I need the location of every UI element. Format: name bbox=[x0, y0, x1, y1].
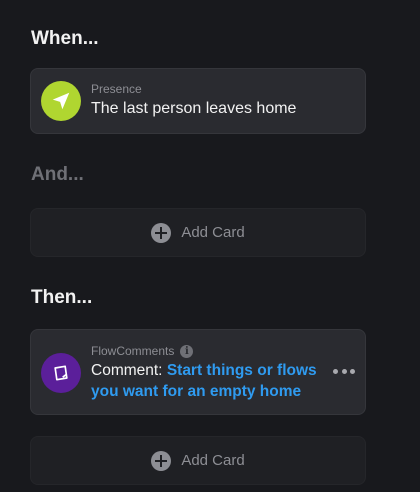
section-heading-and: And... bbox=[31, 164, 84, 185]
section-heading-then: Then... bbox=[31, 287, 93, 308]
add-card-button-and[interactable]: Add Card bbox=[30, 208, 366, 257]
add-card-label: Add Card bbox=[181, 224, 245, 241]
card-source-label: Presence bbox=[91, 82, 142, 96]
more-options-icon[interactable] bbox=[333, 362, 355, 380]
action-card[interactable]: FlowComments i Comment: Start things or … bbox=[30, 329, 366, 415]
comment-prefix: Comment: bbox=[91, 362, 163, 379]
card-source-label: FlowComments i bbox=[91, 344, 194, 358]
card-title: The last person leaves home bbox=[91, 100, 297, 117]
card-source-text: FlowComments bbox=[91, 344, 175, 358]
navigation-arrow-icon bbox=[41, 81, 81, 121]
comment-block: Comment: Start things or flows you want … bbox=[91, 360, 323, 402]
plus-circle-icon bbox=[151, 222, 172, 243]
info-icon[interactable]: i bbox=[180, 344, 194, 358]
add-card-label: Add Card bbox=[181, 452, 245, 469]
add-card-button-then[interactable]: Add Card bbox=[30, 436, 366, 485]
note-icon bbox=[41, 353, 81, 393]
section-heading-when: When... bbox=[31, 28, 99, 49]
trigger-card[interactable]: Presence The last person leaves home bbox=[30, 68, 366, 134]
plus-circle-icon bbox=[151, 450, 172, 471]
